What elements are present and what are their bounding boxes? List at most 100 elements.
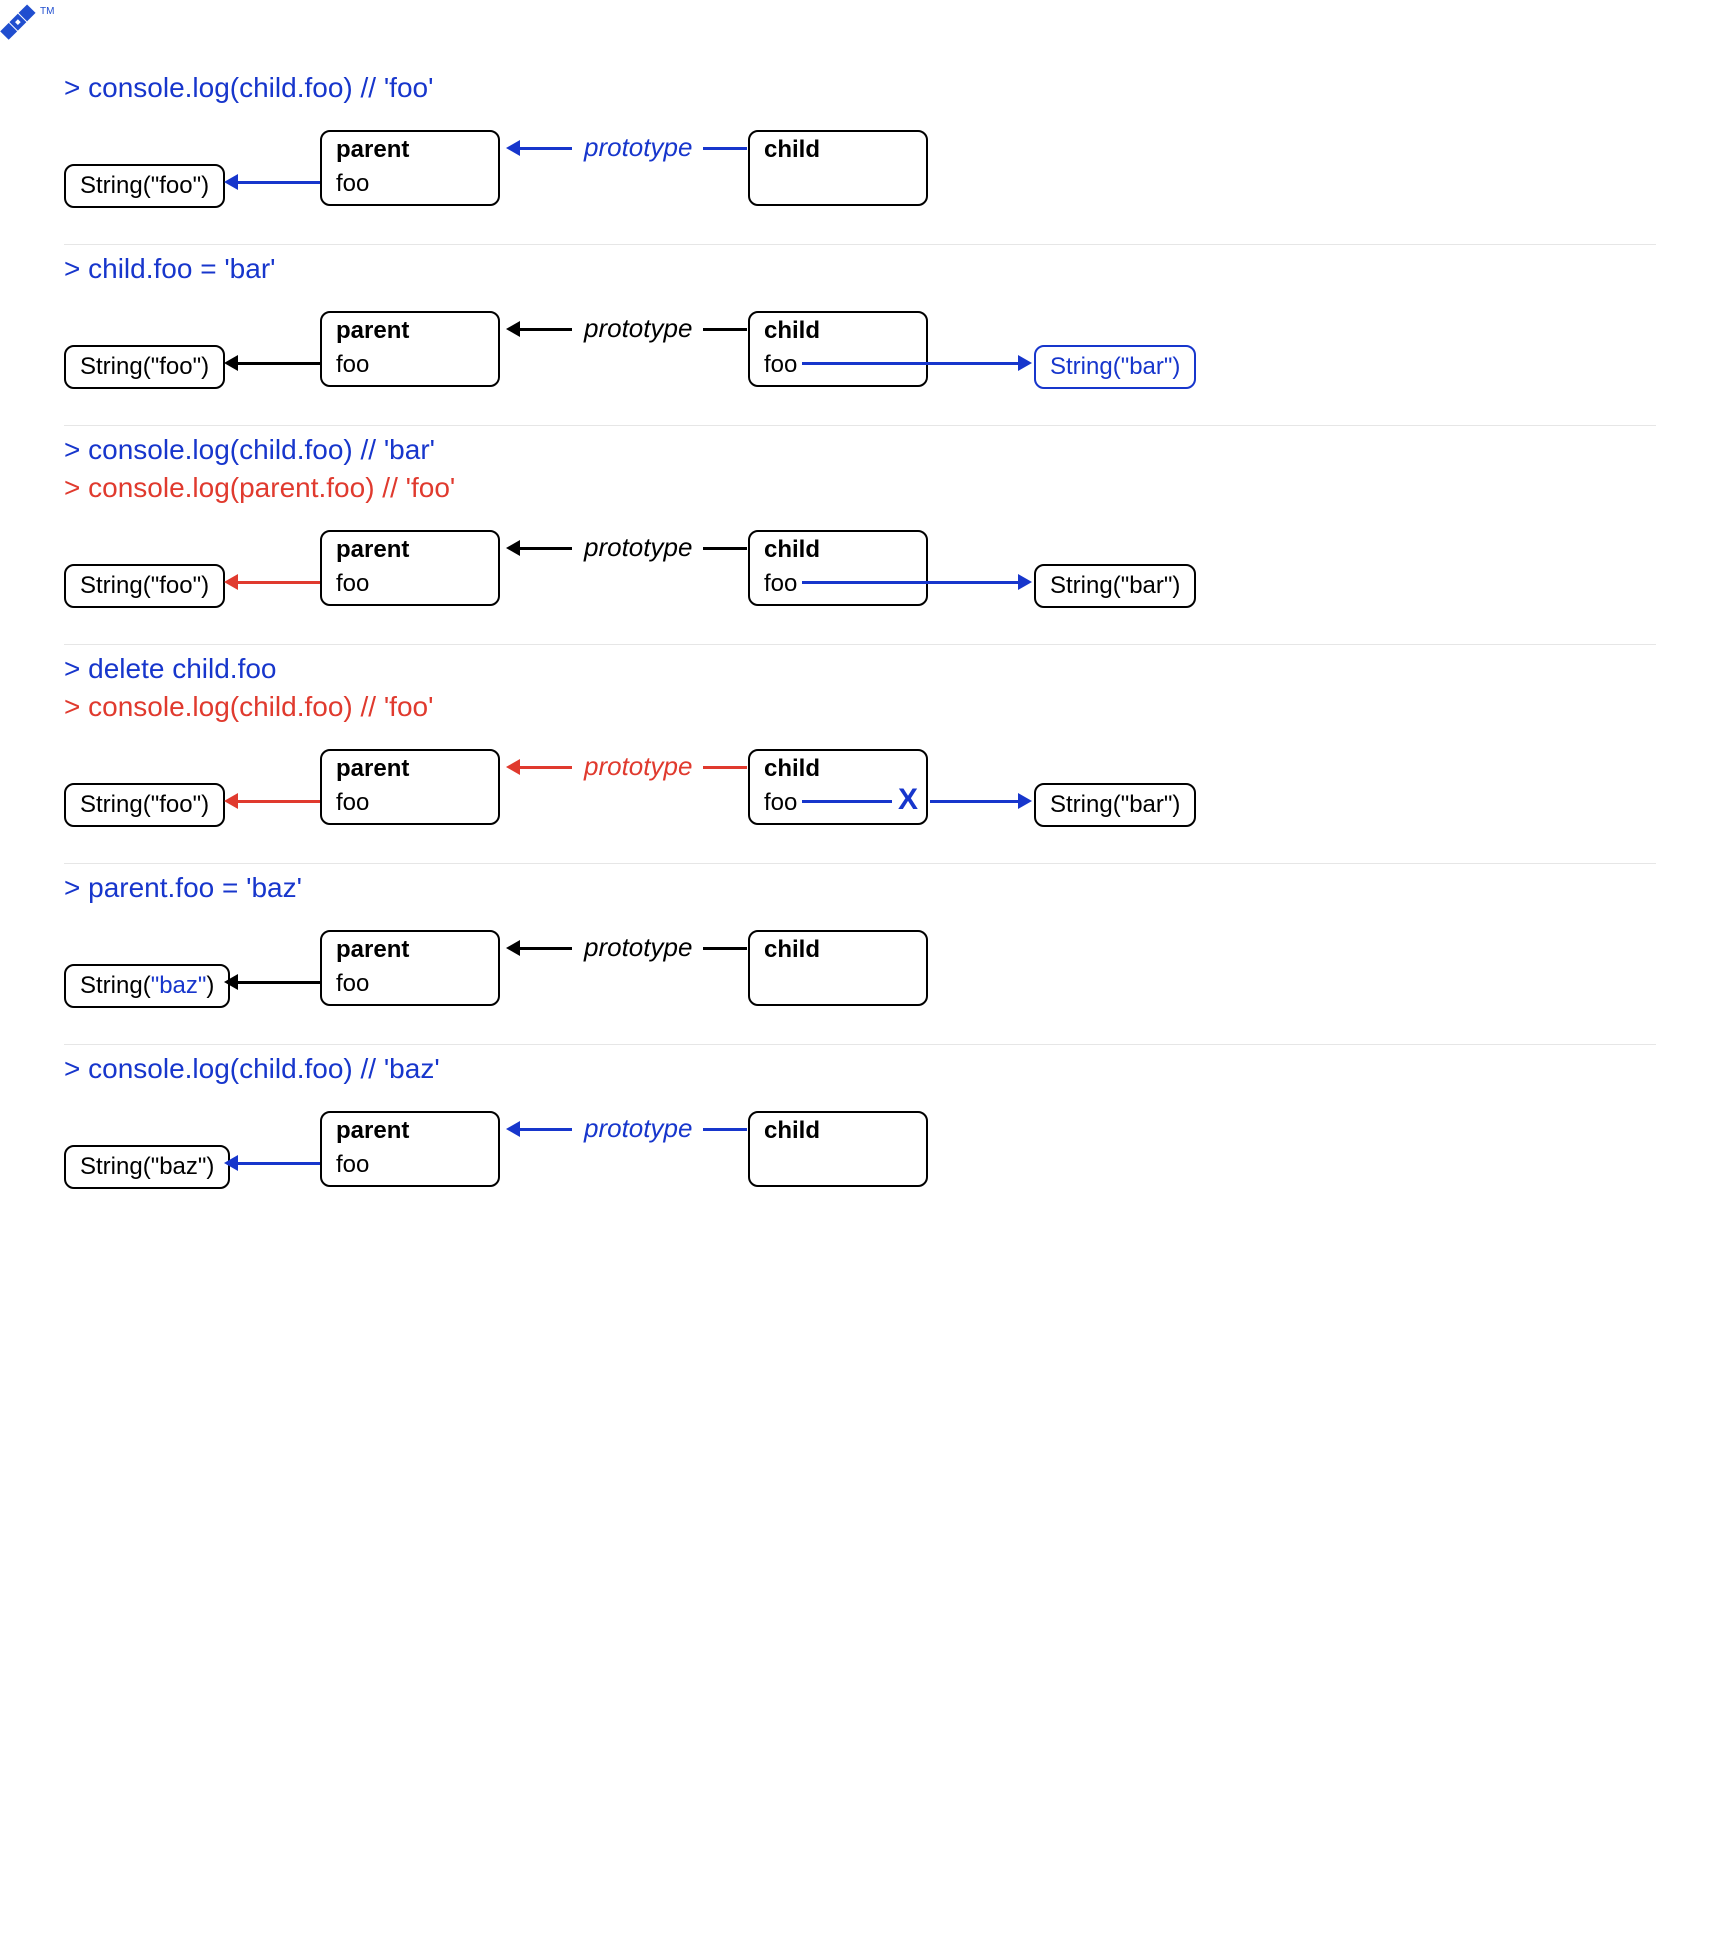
string-foo-box: String("foo") [64,345,225,389]
diagram-5: String("baz") parent foo child prototype [64,924,1656,1024]
cmd-line: > console.log(child.foo) // 'baz' [64,1053,1656,1085]
parent-box: parent foo [320,530,500,606]
baz-suffix: ) [206,1153,214,1180]
child-box: child [748,1111,928,1187]
string-foo-box: String("foo") [64,564,225,608]
parent-foo-row: foo [322,349,498,385]
baz-value: "baz" [151,972,207,999]
arrow-line [238,981,320,984]
arrow-head [1018,793,1032,809]
arrow-line [703,947,747,950]
arrow-line [520,1128,572,1131]
prototype-label: prototype [584,132,692,163]
child-empty-row [750,968,926,1004]
cmd-line: > console.log(parent.foo) // 'foo' [64,472,1656,504]
child-empty-row [750,168,926,204]
prototype-label: prototype [584,751,692,782]
arrow-line [802,800,892,803]
child-box: child foo [748,530,928,606]
arrow-line [238,1162,320,1165]
string-baz-box: String("baz") [64,964,230,1008]
parent-label: parent [322,932,498,968]
arrow-head [224,574,238,590]
arrow-line [520,547,572,550]
arrow-line [520,947,572,950]
cmd-line: > child.foo = 'bar' [64,253,1656,285]
parent-box: parent foo [320,130,500,206]
child-label: child [750,751,926,787]
arrow-head [224,174,238,190]
arrow-head [506,759,520,775]
child-box: child [748,930,928,1006]
diagram-6: String("baz") parent foo child prototype [64,1105,1656,1205]
prototype-label: prototype [584,532,692,563]
diagram-2: String("foo") parent foo child foo Strin… [64,305,1656,405]
section-2: > child.foo = 'bar' String("foo") parent… [64,253,1656,426]
parent-label: parent [322,1113,498,1149]
prototype-label: prototype [584,932,692,963]
diagram-1: String("foo") parent foo child prototype [64,124,1656,224]
arrow-line [703,1128,747,1131]
section-5: > parent.foo = 'baz' String("baz") paren… [64,872,1656,1045]
child-label: child [750,313,926,349]
section-1: > console.log(child.foo) // 'foo' String… [64,72,1656,245]
prototype-label: prototype [584,1113,692,1144]
arrow-head [506,540,520,556]
baz-value: "baz" [151,1153,207,1180]
arrow-line [238,800,320,803]
arrow-head [506,140,520,156]
cmd-line: > console.log(child.foo) // 'foo' [64,691,1656,723]
child-label: child [750,1113,926,1149]
child-box: child foo [748,311,928,387]
diagram-content: > console.log(child.foo) // 'foo' String… [0,0,1720,1273]
arrow-head [224,793,238,809]
arrow-line [520,328,572,331]
parent-box: parent foo [320,930,500,1006]
parent-label: parent [322,132,498,168]
arrow-head [1018,574,1032,590]
arrow-line [238,181,320,184]
logo-icon [0,0,40,50]
child-label: child [750,932,926,968]
arrow-line [703,547,747,550]
arrow-line [930,800,1018,803]
arrow-head [506,940,520,956]
string-foo-box: String("foo") [64,783,225,827]
parent-foo-row: foo [322,568,498,604]
diagram-4: String("foo") parent foo child foo Strin… [64,743,1656,843]
arrow-line [802,581,1018,584]
parent-foo-row: foo [322,168,498,204]
parent-foo-row: foo [322,968,498,1004]
string-bar-box: String("bar") [1034,345,1196,389]
parent-foo-row: foo [322,1149,498,1185]
prototype-label: prototype [584,313,692,344]
baz-suffix: ) [206,972,214,999]
arrow-head [506,321,520,337]
arrow-line [703,147,747,150]
arrow-line [520,147,572,150]
logo-trademark: TM [40,6,54,17]
child-box: child [748,130,928,206]
arrow-head [506,1121,520,1137]
parent-foo-row: foo [322,787,498,823]
child-foo-row: foo [750,349,926,385]
string-foo-box: String("foo") [64,164,225,208]
section-3: > console.log(child.foo) // 'bar' > cons… [64,434,1656,645]
diagram-3: String("foo") parent foo child foo Strin… [64,524,1656,624]
string-bar-box: String("bar") [1034,783,1196,827]
arrow-line [703,328,747,331]
string-bar-box: String("bar") [1034,564,1196,608]
x-icon: X [898,783,918,817]
parent-box: parent foo [320,749,500,825]
arrow-head [1018,355,1032,371]
arrow-line [802,362,1018,365]
parent-label: parent [322,751,498,787]
baz-prefix: String( [80,972,151,999]
child-foo-row: foo [750,568,926,604]
cmd-line: > parent.foo = 'baz' [64,872,1656,904]
parent-label: parent [322,313,498,349]
string-baz-box: String("baz") [64,1145,230,1189]
parent-label: parent [322,532,498,568]
baz-prefix: String( [80,1153,151,1180]
cmd-line: > console.log(child.foo) // 'bar' [64,434,1656,466]
